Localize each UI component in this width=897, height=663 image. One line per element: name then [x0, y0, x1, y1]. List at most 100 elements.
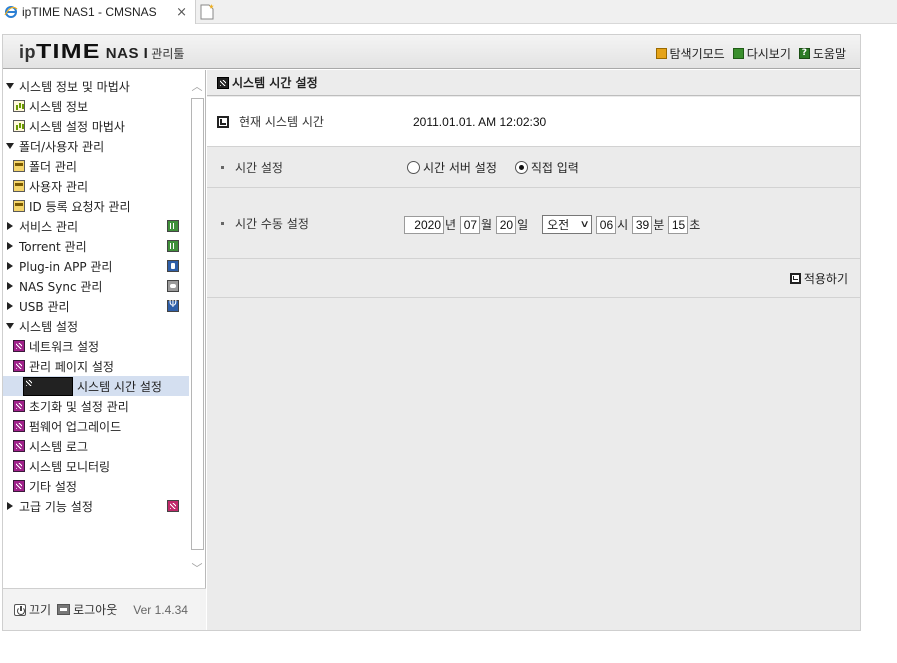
sidebar-group-nas-sync[interactable]: NAS Sync 관리	[3, 276, 189, 296]
new-tab-icon[interactable]	[197, 2, 217, 22]
sidebar-footer: 끄기 로그아웃 Ver 1.4.34	[3, 588, 206, 630]
time-mode-radios: 시간 서버 설정 직접 입력	[407, 159, 597, 176]
bullet-icon	[221, 166, 224, 169]
collapse-arrow-icon	[7, 302, 13, 310]
sidebar-group-torrent[interactable]: Torrent 관리	[3, 236, 189, 256]
main-empty-area	[207, 299, 860, 630]
folder-icon	[13, 160, 25, 172]
time-server-label[interactable]: 시간 서버 설정	[423, 159, 497, 176]
system-icon	[13, 400, 25, 412]
help-link[interactable]: ? 도움말	[798, 45, 846, 62]
expand-arrow-icon	[6, 323, 14, 329]
sidebar-item-label: 펌웨어 업그레이드	[29, 419, 122, 434]
expand-arrow-icon	[6, 83, 14, 89]
sidebar-group-usb[interactable]: USB 관리	[3, 296, 189, 316]
year-input[interactable]	[404, 215, 444, 234]
apply-button[interactable]: 적용하기	[789, 270, 848, 287]
sidebar-group-folder-user[interactable]: 폴더/사용자 관리	[3, 136, 189, 156]
logout-button[interactable]: 로그아웃	[57, 601, 117, 618]
page-title-bar: 시스템 시간 설정	[207, 70, 860, 96]
sidebar-item-folder-manage[interactable]: 폴더 관리	[3, 156, 189, 176]
sidebar-item-network[interactable]: 네트워크 설정	[3, 336, 189, 356]
sidebar-item-system-log[interactable]: 시스템 로그	[3, 436, 189, 456]
browser-tab[interactable]: ipTIME NAS1 - CMSNAS ×	[0, 0, 196, 24]
chart-icon	[13, 100, 25, 112]
sidebar-item-label: USB 관리	[19, 299, 70, 314]
sidebar-item-user-manage[interactable]: 사용자 관리	[3, 176, 189, 196]
help-label: 도움말	[812, 47, 846, 61]
collapse-arrow-icon	[7, 262, 13, 270]
browser-tab-title: ipTIME NAS1 - CMSNAS	[22, 5, 157, 19]
logo-time: TIME	[36, 41, 101, 63]
version-label: Ver 1.4.34	[133, 602, 188, 617]
sidebar-item-label: 시스템 정보	[29, 99, 89, 114]
sidebar-item-label: 시스템 시간 설정	[77, 379, 162, 394]
sidebar-group-service[interactable]: 서비스 관리	[3, 216, 189, 236]
refresh-link[interactable]: 다시보기	[732, 45, 791, 62]
year-unit: 년	[445, 218, 457, 232]
sidebar-item-setup-wizard[interactable]: 시스템 설정 마법사	[3, 116, 189, 136]
tab-close-icon[interactable]: ×	[176, 5, 187, 20]
sidebar-item-firmware[interactable]: 펌웨어 업그레이드	[3, 416, 189, 436]
sidebar-group-system-info[interactable]: 시스템 정보 및 마법사	[3, 76, 189, 96]
current-time-value: 2011.01.01. AM 12:02:30	[413, 114, 547, 129]
sidebar-item-reset[interactable]: 초기화 및 설정 관리	[3, 396, 189, 416]
folder-icon	[13, 200, 25, 212]
sidebar-item-system-info[interactable]: 시스템 정보	[3, 96, 189, 116]
scroll-down-icon[interactable]: ﹀	[189, 560, 205, 576]
manual-input-radio[interactable]	[514, 161, 528, 174]
sidebar-item-label: 서비스 관리	[19, 219, 79, 234]
minute-input[interactable]	[632, 215, 653, 234]
manual-datetime-fields: 년 월 일 오전 ∨ 시 분 초	[404, 215, 704, 234]
scroll-up-icon[interactable]: ︿	[189, 78, 205, 94]
sidebar-item-label: 시스템 설정 마법사	[29, 119, 125, 134]
sidebar-tree: 시스템 정보 및 마법사 시스템 정보 시스템 설정 마법사 폴더/사용자 관리…	[3, 76, 189, 516]
sidebar-item-misc[interactable]: 기타 설정	[3, 476, 189, 496]
month-input[interactable]	[460, 215, 481, 234]
sidebar-item-label: 기타 설정	[29, 479, 77, 494]
sidebar-item-id-requests[interactable]: ID 등록 요청자 관리	[3, 196, 189, 216]
sidebar-item-label: 폴더/사용자 관리	[19, 139, 105, 154]
time-mode-label: 시간 설정	[235, 161, 283, 175]
logout-label: 로그아웃	[73, 603, 118, 617]
hour-input[interactable]	[596, 215, 617, 234]
sidebar-group-plugin[interactable]: Plug-in APP 관리	[3, 256, 189, 276]
sidebar-item-label: 폴더 관리	[29, 159, 77, 174]
minute-unit: 분	[653, 218, 665, 232]
power-off-button[interactable]: 끄기	[14, 601, 51, 618]
sidebar-group-system-settings[interactable]: 시스템 설정	[3, 316, 189, 336]
manual-time-label: 시간 수동 설정	[235, 217, 309, 231]
day-input[interactable]	[496, 215, 517, 234]
current-time-label-group: 현재 시스템 시간	[217, 113, 324, 130]
sidebar-group-advanced[interactable]: 고급 기능 설정	[3, 496, 189, 516]
sidebar-scrollbar[interactable]: ︿ ﹀	[189, 74, 205, 582]
time-server-radio[interactable]	[407, 161, 420, 174]
sidebar-item-label: 초기화 및 설정 관리	[29, 399, 129, 414]
ampm-value: 오전	[547, 218, 570, 232]
scrollbar-thumb[interactable]	[191, 98, 204, 550]
collapse-arrow-icon	[7, 242, 13, 250]
second-unit: 초	[689, 218, 701, 232]
folder-icon	[13, 180, 25, 192]
sidebar-item-system-time[interactable]: 시스템 시간 설정	[3, 376, 189, 396]
sidebar-item-label: 관리 페이지 설정	[29, 359, 114, 374]
usb-icon	[167, 299, 179, 312]
apply-row: 적용하기	[207, 260, 860, 298]
sidebar-item-monitoring[interactable]: 시스템 모니터링	[3, 456, 189, 476]
current-time-label: 현재 시스템 시간	[239, 115, 324, 129]
explorer-mode-link[interactable]: 탐색기모드	[655, 45, 725, 62]
apply-label: 적용하기	[803, 272, 848, 286]
app-header: ip TIME NAS I 관리툴 탐색기모드 다시보기 ? 도움말	[3, 35, 860, 69]
header-links: 탐색기모드 다시보기 ? 도움말	[655, 45, 846, 62]
logo-ip: ip	[19, 42, 36, 62]
sidebar-item-label: 고급 기능 설정	[19, 499, 93, 514]
second-input[interactable]	[668, 215, 689, 234]
logo-nas: NAS I	[105, 45, 149, 62]
refresh-label: 다시보기	[746, 47, 791, 61]
plugin-icon	[167, 260, 179, 272]
sidebar-item-label: 네트워크 설정	[29, 339, 100, 354]
ampm-select[interactable]: 오전 ∨	[542, 215, 593, 234]
sidebar-item-admin-page[interactable]: 관리 페이지 설정	[3, 356, 189, 376]
manual-input-label[interactable]: 직접 입력	[531, 159, 579, 176]
explorer-mode-label: 탐색기모드	[669, 47, 725, 61]
